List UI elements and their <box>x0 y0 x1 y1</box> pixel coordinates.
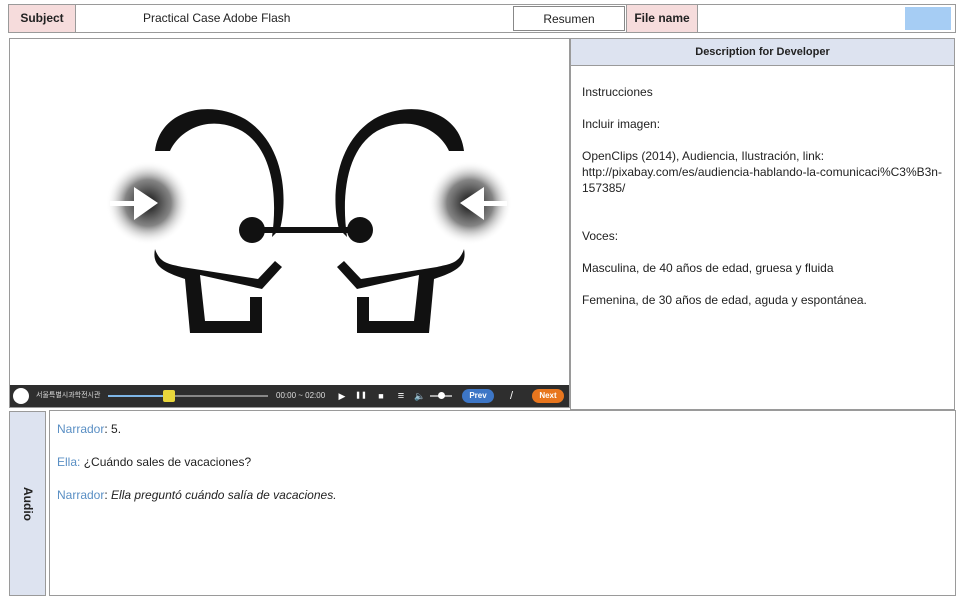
progress-thumb[interactable] <box>162 390 175 402</box>
right-connector-dot <box>347 217 373 243</box>
volume-slider[interactable] <box>430 392 452 399</box>
voices-title: Voces: <box>582 229 619 243</box>
play-icon[interactable]: ▶ <box>336 385 348 407</box>
file-name-value <box>698 5 903 32</box>
left-connector-dot <box>239 217 265 243</box>
audio-script: Narrador: 5. Ella: ¿Cuándo sales de vaca… <box>50 411 955 530</box>
audio-line: Ella: ¿Cuándo sales de vacaciones? <box>57 455 252 469</box>
media-panel: 서울특별시과학전시관 00:00 ~ 02:00 ▶ ❚❚ ■ ≡ 🔈 Prev… <box>9 38 570 408</box>
menu-icon[interactable]: ≡ <box>395 385 407 407</box>
resumen-button[interactable]: Resumen <box>513 6 625 31</box>
progress-fill <box>108 395 169 397</box>
speaker-name: Narrador <box>57 422 105 436</box>
instructions-text: Instrucciones <box>582 85 653 99</box>
player-controls: 서울특별시과학전시관 00:00 ~ 02:00 ▶ ❚❚ ■ ≡ 🔈 Prev… <box>10 385 569 407</box>
subject-value: Practical Case Adobe Flash <box>143 11 291 25</box>
page-separator: / <box>510 390 514 402</box>
audio-panel: Narrador: 5. Ella: ¿Cuándo sales de vaca… <box>49 410 956 596</box>
header-bar: Subject Practical Case Adobe Flash Resum… <box>8 4 956 33</box>
volume-icon[interactable]: 🔈 <box>414 385 426 407</box>
line-text: ¿Cuándo sales de vacaciones? <box>83 455 252 469</box>
stop-icon[interactable]: ■ <box>375 385 387 407</box>
line-text: Ella preguntó cuándo salía de vacaciones… <box>111 488 337 502</box>
voice-female: Femenina, de 30 años de edad, aguda y es… <box>582 293 867 307</box>
audio-line: Narrador: 5. <box>57 422 122 436</box>
volume-knob[interactable] <box>438 392 445 399</box>
progress-track[interactable] <box>108 390 268 402</box>
image-link[interactable]: http://pixabay.com/es/audiencia-hablando… <box>582 164 943 196</box>
audio-label-text: Audio <box>20 486 35 521</box>
time-display: 00:00 ~ 02:00 <box>276 391 326 400</box>
voice-male: Masculina, de 40 años de edad, gruesa y … <box>582 261 834 275</box>
description-panel: Description for Developer Instrucciones … <box>570 38 955 410</box>
audience-illustration <box>106 109 512 333</box>
pause-icon[interactable]: ❚❚ <box>355 385 367 407</box>
speaker-name: Narrador <box>57 488 105 502</box>
prev-button[interactable]: Prev <box>462 389 494 403</box>
speaker-name: Ella <box>57 455 78 469</box>
file-name-label: File name <box>626 5 698 32</box>
organization-name: 서울특별시과학전시관 <box>36 392 101 399</box>
audio-line: Narrador: Ella preguntó cuándo salía de … <box>57 488 337 502</box>
next-button[interactable]: Next <box>532 389 564 403</box>
audio-label: Audio <box>9 411 46 596</box>
description-body: Instrucciones Incluir imagen: OpenClips … <box>571 66 954 308</box>
color-swatch <box>905 7 951 30</box>
description-header: Description for Developer <box>571 39 954 66</box>
include-image-text: Incluir imagen: <box>582 117 661 131</box>
museum-logo-icon <box>13 388 29 404</box>
line-text: 5. <box>111 422 122 436</box>
connector-line <box>252 227 360 233</box>
credit-text: OpenClips (2014), Audiencia, Ilustración… <box>582 149 825 163</box>
subject-label: Subject <box>9 5 76 32</box>
